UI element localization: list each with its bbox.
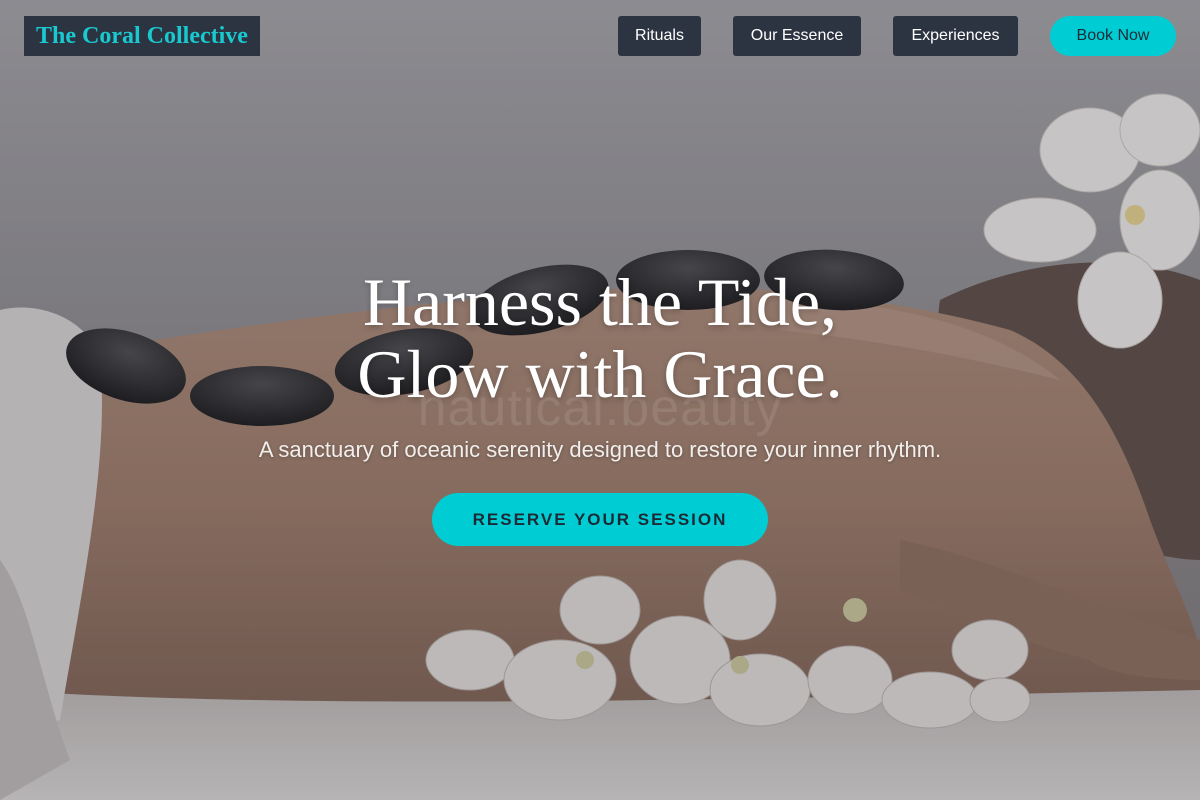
nav-item-rituals[interactable]: Rituals (618, 16, 701, 56)
hero-headline: Harness the Tide, Glow with Grace. (0, 266, 1200, 410)
book-now-button[interactable]: Book Now (1050, 16, 1176, 56)
hero-tagline: A sanctuary of oceanic serenity designed… (258, 437, 942, 462)
hero-headline-line-1: Harness the Tide, (362, 264, 838, 340)
brand-logo[interactable]: The Coral Collective (24, 16, 260, 56)
nav-item-our-essence[interactable]: Our Essence (733, 16, 861, 56)
reserve-session-button[interactable]: RESERVE YOUR SESSION (432, 493, 768, 546)
hero-headline-line-2: Glow with Grace. (357, 336, 843, 412)
nav-item-experiences[interactable]: Experiences (893, 16, 1018, 56)
hero-section: The Coral Collective Rituals Our Essence… (0, 0, 1200, 800)
